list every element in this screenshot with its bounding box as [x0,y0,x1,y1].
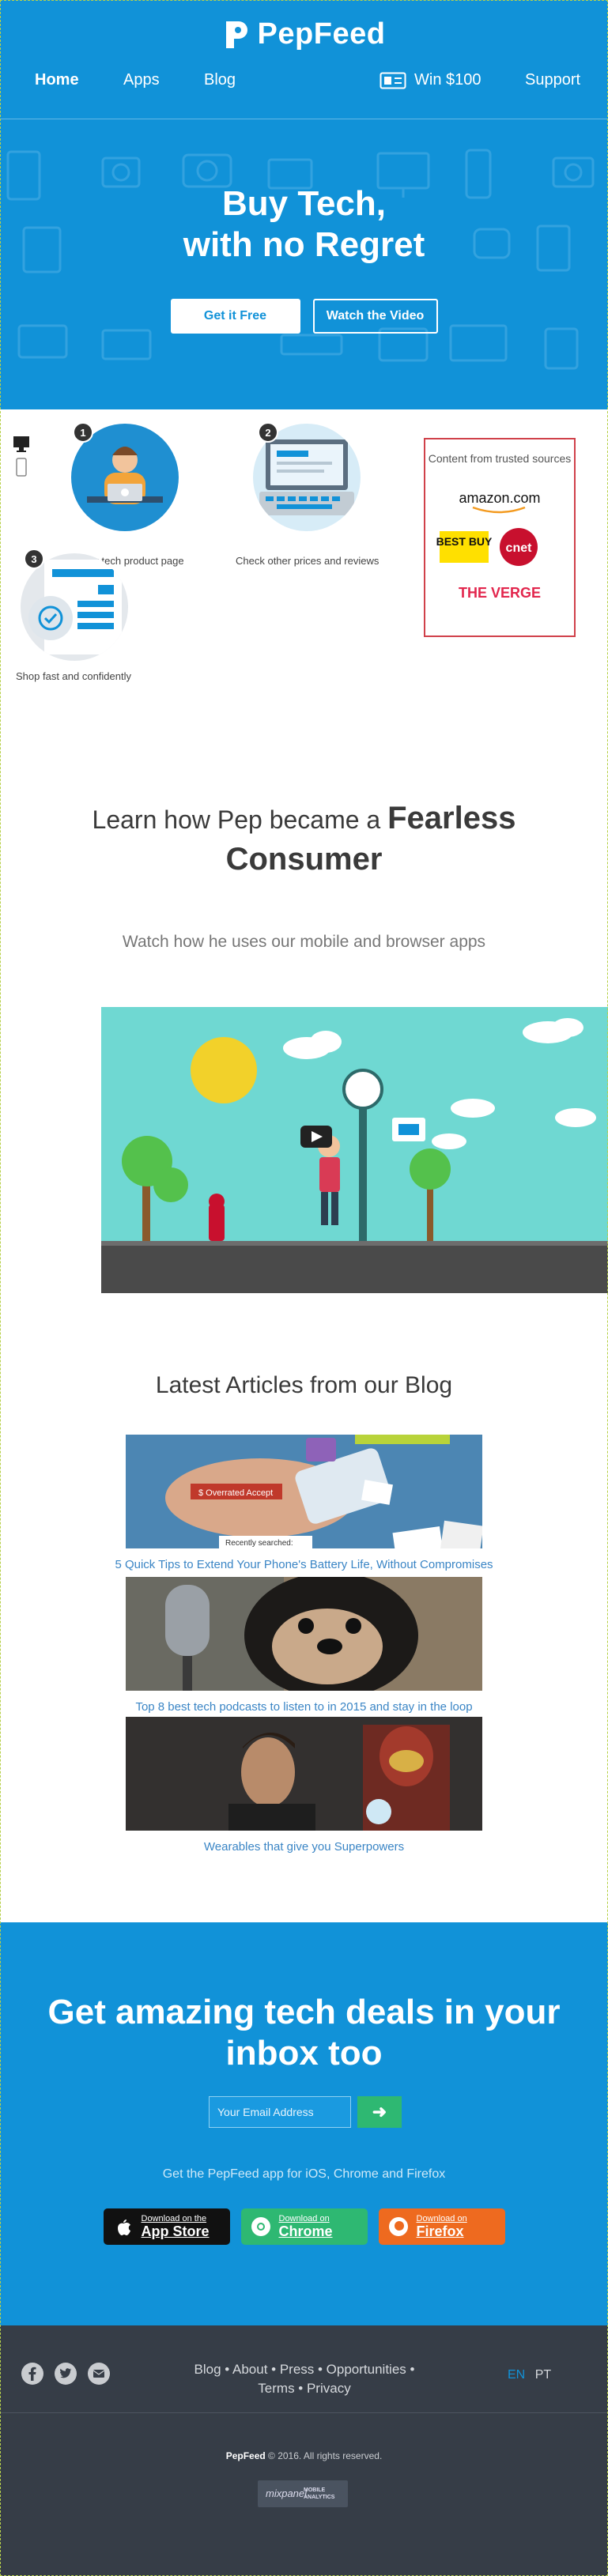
language-switcher: EN PT [508,2368,551,2382]
copyright: PepFeed © 2016. All rights reserved. [0,2450,608,2461]
step-2-label: Check other prices and reviews [236,555,380,567]
desktop-icon [13,436,29,452]
learn-title: Learn how Pep became a Fearless Consumer [0,798,608,881]
how-it-works-section: 1 Visit any tech product page 2 Check ot [0,409,608,741]
article-title[interactable]: Top 8 best tech podcasts to listen to in… [0,1700,608,1714]
pepfeed-logo-icon [225,21,247,48]
cnet-logo: cnet [500,528,538,566]
email-submit-button[interactable]: ➜ [357,2096,402,2128]
firefox-big-label: Firefox [416,2223,464,2239]
mixpanel-badge[interactable]: mixpanel MOBILE ANALYTICS [258,2480,348,2507]
chrome-icon [251,2217,270,2236]
article-title[interactable]: 5 Quick Tips to Extend Your Phone's Batt… [0,1558,608,1571]
amazon-logo-text: amazon.com [459,490,540,506]
newsletter-title-line2: inbox too [225,2034,383,2072]
footer-links[interactable]: Blog • About • Press • Opportunities • T… [158,2360,451,2398]
app-store-button[interactable]: Download on the App Store [103,2208,230,2245]
chrome-store-button[interactable]: Download on Chrome [240,2208,368,2245]
nav-support[interactable]: Support [525,71,580,89]
sources-title: Content from trusted sources [428,452,572,465]
hero-title-line2: with no Regret [183,225,425,264]
newsletter-title-line1: Get amazing tech deals in your [47,1993,561,2031]
article-title[interactable]: Wearables that give you Superpowers [0,1840,608,1854]
article-image[interactable]: $ Overrated Accept Recently searched: [126,1435,482,1548]
mobile-icon [16,458,27,477]
the-verge-logo: THE VERGE [459,585,541,601]
learn-subtitle: Watch how he uses our mobile and browser… [122,933,486,951]
chrome-small-label: Download on [278,2213,330,2223]
gadget-pattern-background [6,149,595,370]
learn-title-strong2: Consumer [225,842,383,877]
amazon-logo: amazon.com [459,490,541,514]
mixpanel-caption: MOBILE ANALYTICS [304,2487,334,2501]
app-store-small-label: Download on the [141,2213,207,2223]
copyright-text: © 2016. All rights reserved. [265,2450,383,2461]
mixpanel-caption-line1: MOBILE [304,2487,326,2493]
apps-text: Get the PepFeed app for iOS, Chrome and … [162,2167,446,2181]
nav-home[interactable]: Home [35,71,79,89]
nav-apps[interactable]: Apps [123,71,160,89]
lang-en[interactable]: EN [508,2368,525,2382]
chrome-big-label: Chrome [278,2223,333,2239]
logo[interactable]: PepFeed [0,17,608,51]
article-image[interactable] [126,1717,482,1831]
firefox-store-button[interactable]: Download on Firefox [378,2208,505,2245]
social-links [21,2362,111,2386]
the-verge-logo-text: THE VERGE [459,585,541,601]
step-3-label: Shop fast and confidently [16,670,131,682]
step-2: 2 Check other prices and reviews [236,419,400,567]
email-input[interactable] [209,2096,351,2128]
main-nav: Home Apps Blog Win $100 Support [35,71,588,95]
step-2-number: 2 [258,422,278,443]
nav-win-label: Win $100 [414,71,481,89]
newsletter-section: Get amazing tech deals in your inbox too… [0,1922,608,2325]
hero-buttons: Get it Free Watch the Video [0,299,608,334]
nav-win[interactable]: Win $100 [380,71,481,89]
mixpanel-logo: mixpanel [266,2487,308,2499]
app-store-big-label: App Store [141,2223,210,2239]
step-3-number: 3 [24,549,44,569]
nav-blog[interactable]: Blog [204,71,236,89]
lang-pt[interactable]: PT [535,2368,551,2382]
step-1-number: 1 [73,422,93,443]
article-image[interactable] [126,1577,482,1691]
newsletter-form: ➜ [209,2096,402,2128]
email-icon[interactable] [87,2362,111,2386]
facebook-icon[interactable] [21,2362,44,2386]
footer-divider [0,2412,608,2413]
learn-title-strong1: Fearless [387,801,516,835]
ticket-icon [380,72,406,89]
apple-icon [117,2220,130,2235]
step-3: 3 Shop fast and confidently [16,549,158,691]
store-buttons: Download on the App Store Download on Ch… [0,2208,608,2245]
mixpanel-caption-line2: ANALYTICS [304,2495,335,2500]
video-player[interactable] [101,1007,608,1293]
hero-title-line1: Buy Tech, [221,184,386,223]
trusted-sources-box: Content from trusted sources amazon.com … [424,438,576,637]
brand-name: PepFeed [257,17,386,51]
article-1-image-text2: Recently searched: [225,1539,293,1548]
bestbuy-logo: BEST BUY [436,531,493,563]
get-it-free-button[interactable]: Get it Free [170,299,300,334]
copyright-brand: PepFeed [225,2450,266,2461]
learn-title-pre: Learn how Pep became a [92,805,381,834]
bestbuy-logo-text: BEST BUY [436,535,493,548]
twitter-icon[interactable] [54,2362,77,2386]
firefox-small-label: Download on [416,2213,467,2223]
hero-section: PepFeed Home Apps Blog Win $100 Support … [0,0,608,409]
footer-links-line1[interactable]: Blog • About • Press • Opportunities • [194,2362,415,2377]
hero-title: Buy Tech, with no Regret [0,183,608,266]
step-1: 1 Visit any tech product page [60,419,220,567]
footer: Blog • About • Press • Opportunities • T… [0,2325,608,2576]
device-toggle[interactable] [13,435,30,479]
watch-video-button[interactable]: Watch the Video [312,299,438,334]
step-3-illustration [21,553,128,661]
play-button-icon[interactable] [300,1126,332,1148]
footer-links-line2[interactable]: Terms • Privacy [258,2381,350,2396]
firefox-icon [388,2217,408,2236]
article-1-image-text1: $ Overrated Accept [198,1488,273,1498]
blog-title: Latest Articles from our Blog [155,1372,453,1398]
newsletter-title: Get amazing tech deals in your inbox too [0,1992,608,2074]
cnet-logo-text: cnet [506,541,533,555]
